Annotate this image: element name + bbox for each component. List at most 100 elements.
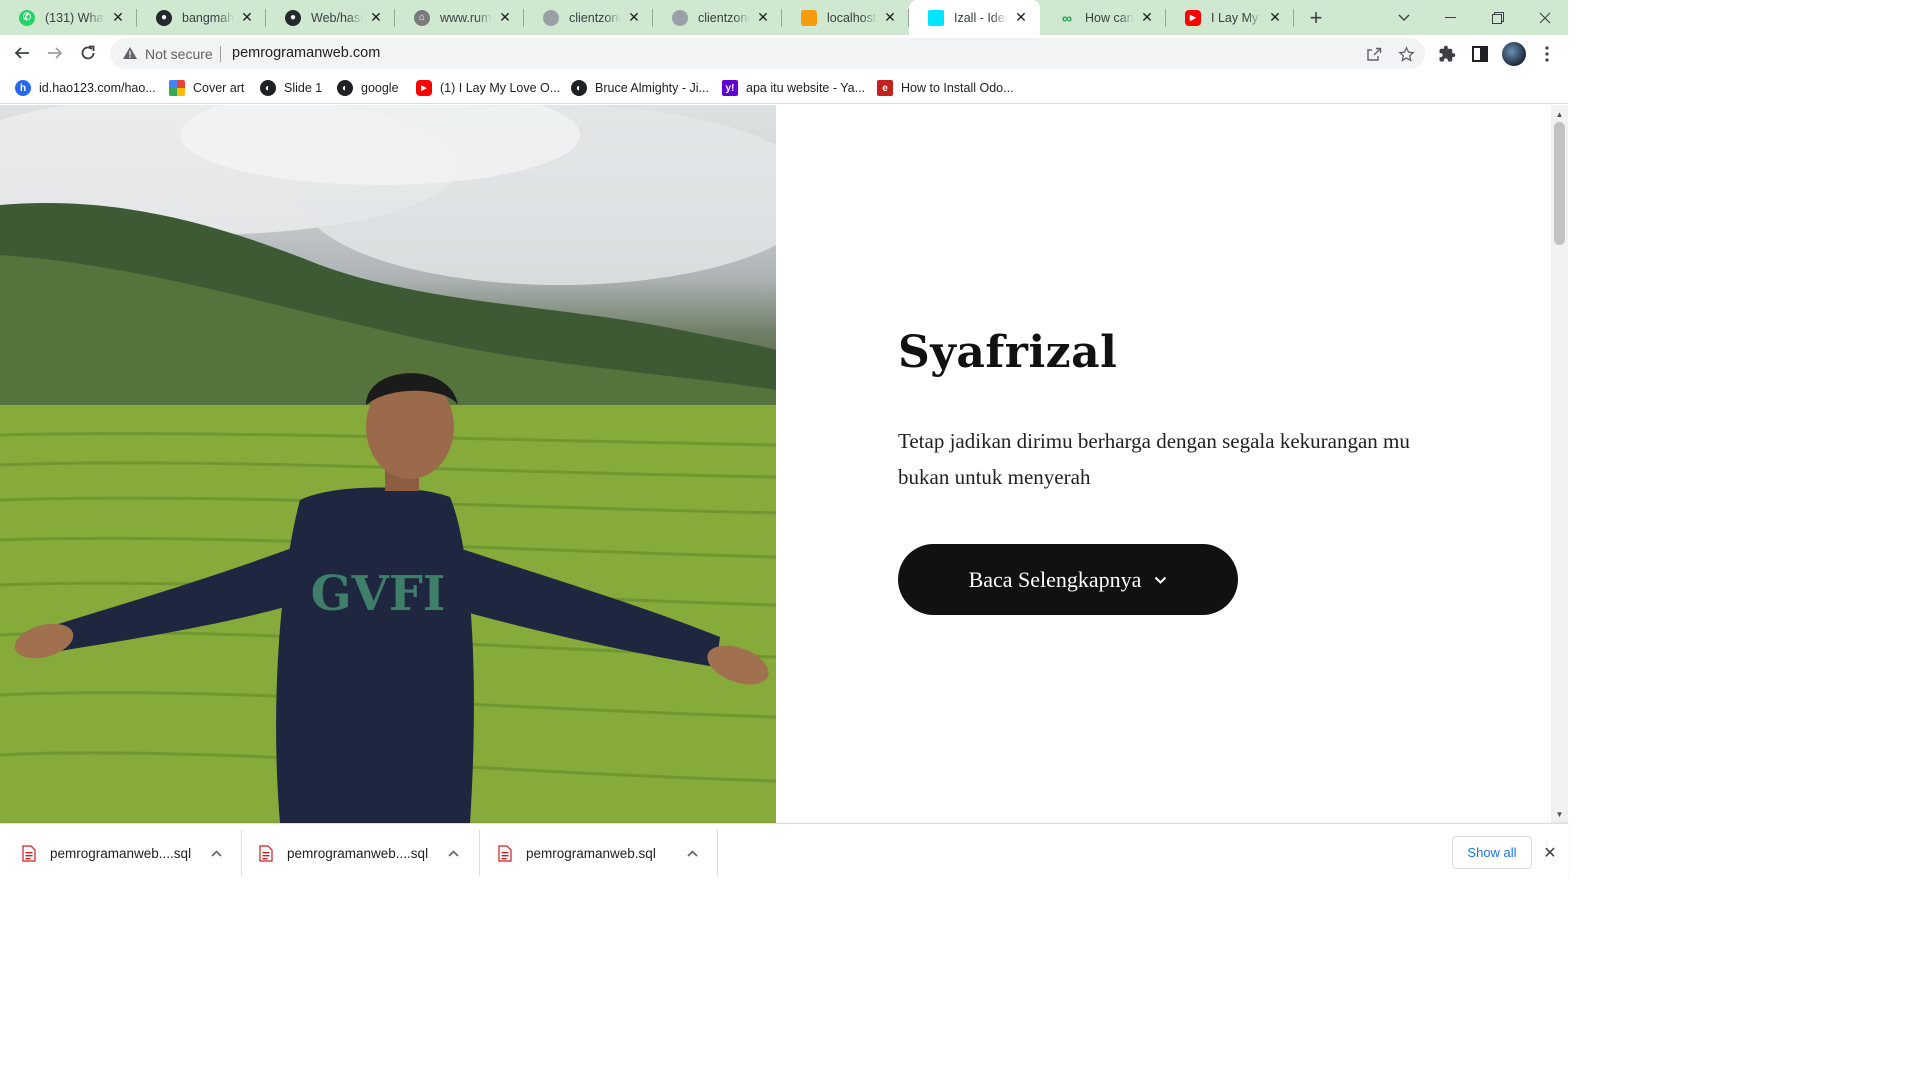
hero-tagline: Tetap jadikan dirimu berharga dengan seg… — [898, 429, 1410, 489]
bookmark-cover-art[interactable]: Cover art — [169, 78, 244, 98]
back-button[interactable] — [7, 38, 37, 68]
chevron-up-icon[interactable] — [445, 845, 461, 861]
tab-clientzone-1[interactable]: clientzone.r ✕ — [524, 0, 653, 35]
tab-divider — [1293, 9, 1294, 27]
globe-icon: ◐ — [571, 80, 587, 96]
infinity-icon: ∞ — [1062, 9, 1072, 26]
scroll-down-arrow-icon[interactable]: ▼ — [1551, 807, 1568, 821]
close-icon[interactable]: ✕ — [367, 9, 385, 27]
tab-title: How can a — [1085, 10, 1134, 25]
tab-title: bangmahdi — [182, 10, 234, 25]
bookmark-youtube[interactable]: ▶ (1) I Lay My Love O... — [416, 78, 560, 98]
chevron-up-icon[interactable] — [684, 845, 700, 861]
file-icon — [498, 844, 512, 862]
bookmark-label: google — [361, 81, 399, 95]
tab-title: Izall - Identitas — [954, 10, 1008, 25]
share-icon[interactable] — [1365, 45, 1383, 63]
tab-title: (131) WhatsApp — [45, 10, 105, 25]
page-scrollbar[interactable]: ▲ ▼ — [1551, 105, 1568, 823]
tab-github-web[interactable]: ● Web/hasil2 ✕ — [266, 0, 395, 35]
bookmark-slide-1[interactable]: ◐ Slide 1 — [260, 78, 322, 98]
close-icon[interactable]: ✕ — [881, 9, 899, 27]
tab-clientzone-2[interactable]: clientzone.r ✕ — [653, 0, 782, 35]
tab-rumahweb[interactable]: ⌂ www.rumahweb ✕ — [395, 0, 524, 35]
side-panel-icon[interactable] — [1470, 44, 1490, 64]
bookmark-yahoo[interactable]: y! apa itu website - Ya... — [722, 78, 865, 98]
security-label[interactable]: Not secure — [145, 46, 213, 62]
hero-photo-illustration: GVFI — [0, 105, 776, 823]
globe-icon — [543, 9, 559, 26]
chevron-up-icon[interactable] — [208, 845, 224, 861]
phpmyadmin-icon — [801, 9, 817, 26]
address-bar[interactable]: Not secure pemrogramanweb.com — [110, 38, 1425, 69]
reload-button[interactable] — [73, 38, 103, 68]
hero-title: Syafrizal — [898, 327, 1118, 378]
download-filename: pemrogramanweb....sql — [50, 845, 192, 861]
menu-kebab-icon[interactable] — [1537, 44, 1557, 64]
globe-icon: ◐ — [260, 80, 276, 96]
bookmark-label: Slide 1 — [284, 81, 323, 95]
minimize-icon — [1445, 16, 1456, 18]
download-item[interactable]: pemrogramanweb....sql — [242, 824, 480, 882]
bookmark-bruce-almighty[interactable]: ◐ Bruce Almighty - Ji... — [571, 78, 709, 98]
close-icon — [1539, 12, 1550, 23]
tab-title: localhost / — [827, 10, 877, 25]
close-icon[interactable]: ✕ — [1266, 9, 1284, 27]
warning-icon[interactable] — [122, 45, 138, 61]
globe-icon — [672, 9, 688, 26]
tab-localhost[interactable]: localhost / ✕ — [782, 0, 909, 35]
download-filename: pemrogramanweb....sql — [287, 845, 429, 861]
pinwheel-icon — [169, 80, 185, 96]
tab-how-can-a[interactable]: ∞ How can a ✕ — [1040, 0, 1166, 35]
star-icon[interactable] — [1397, 45, 1415, 63]
address-divider — [220, 46, 221, 62]
bookmark-hao123[interactable]: h id.hao123.com/hao... — [15, 78, 156, 98]
download-item[interactable]: pemrogramanweb....sql — [0, 824, 242, 882]
tab-github-bangmahdi[interactable]: ● bangmahdi ✕ — [137, 0, 266, 35]
close-icon[interactable]: ✕ — [238, 9, 256, 27]
new-tab-button[interactable]: + — [1303, 5, 1329, 31]
youtube-icon: ▶ — [416, 80, 432, 96]
bookmark-odoo[interactable]: e How to Install Odo... — [877, 78, 1014, 98]
close-window-button[interactable] — [1521, 0, 1568, 35]
house-icon: ⌂ — [414, 9, 430, 26]
tab-search-button[interactable] — [1380, 0, 1427, 35]
download-divider — [717, 830, 718, 876]
close-icon[interactable]: ✕ — [109, 9, 127, 27]
youtube-icon: ▶ — [1185, 9, 1201, 26]
download-item[interactable]: pemrogramanweb.sql — [480, 824, 718, 882]
tab-whatsapp[interactable]: ✆ (131) WhatsApp ✕ — [0, 0, 137, 35]
profile-avatar[interactable] — [1502, 42, 1526, 66]
reload-icon — [81, 45, 95, 60]
github-icon: ● — [285, 9, 301, 26]
tab-title: Web/hasil2 — [311, 10, 363, 25]
tab-izall-active[interactable]: Izall - Identitas ✕ — [909, 0, 1040, 35]
close-icon[interactable]: ✕ — [1138, 9, 1156, 27]
close-icon[interactable]: ✕ — [754, 9, 772, 27]
close-icon[interactable]: ✕ — [625, 9, 643, 27]
close-icon[interactable]: ✕ — [1540, 843, 1560, 863]
forward-button[interactable] — [40, 38, 70, 68]
browser-toolbar: Not secure pemrogramanweb.com — [0, 35, 1568, 72]
file-icon — [259, 844, 273, 862]
yahoo-icon: y! — [722, 80, 738, 96]
tab-youtube[interactable]: ▶ I Lay My Love ✕ — [1166, 0, 1294, 35]
minimize-button[interactable] — [1427, 0, 1474, 35]
scroll-thumb[interactable] — [1554, 122, 1565, 245]
globe-icon: ◐ — [337, 80, 353, 96]
extensions-icon[interactable] — [1437, 44, 1457, 64]
bookmark-label: Bruce Almighty - Ji... — [595, 81, 709, 95]
url-text[interactable]: pemrogramanweb.com — [232, 45, 380, 61]
restore-button[interactable] — [1474, 0, 1521, 35]
close-icon[interactable]: ✕ — [1012, 9, 1030, 27]
scroll-up-arrow-icon[interactable]: ▲ — [1551, 107, 1568, 121]
hao123-icon: h — [15, 80, 31, 96]
tab-title: I Lay My Love — [1211, 10, 1262, 25]
chevron-down-icon — [1153, 573, 1167, 587]
close-icon[interactable]: ✕ — [496, 9, 514, 27]
show-all-button[interactable]: Show all — [1452, 836, 1532, 869]
tab-title: www.rumahweb — [440, 10, 492, 25]
bookmark-google[interactable]: ◐ google — [337, 78, 399, 98]
download-filename: pemrogramanweb.sql — [526, 845, 656, 861]
read-more-button[interactable]: Baca Selengkapnya — [898, 544, 1238, 615]
